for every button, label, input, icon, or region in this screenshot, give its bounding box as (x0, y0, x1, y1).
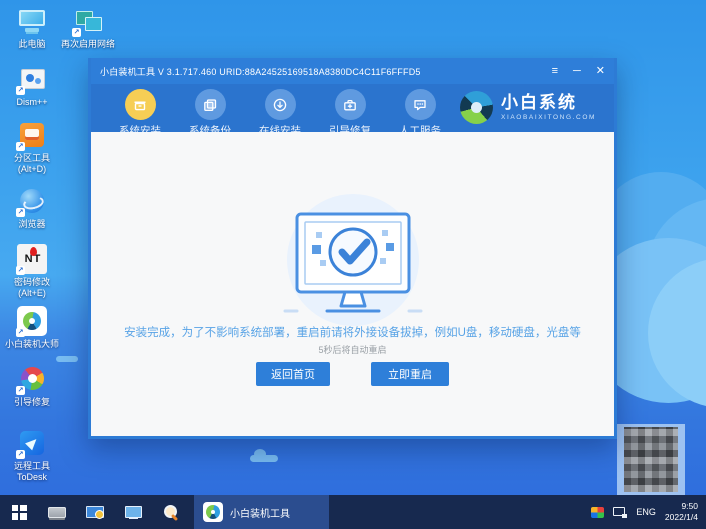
start-button[interactable] (0, 495, 38, 529)
system-backup-icon (194, 89, 226, 120)
this-pc-icon (17, 6, 47, 36)
shortcut-arrow-icon: ↗ (16, 266, 25, 275)
restart-countdown: 5秒后将自动重启 (318, 345, 387, 355)
xiaobai-master-icon: ↗ (16, 306, 47, 337)
monitor-check-icon (283, 212, 422, 313)
shortcut-arrow-icon: ↗ (16, 450, 25, 459)
nav-bar: 系统安装 系统备份 在线安装 引导修复 人工服务 小白系统 XIAOBAIXIT… (91, 84, 614, 137)
boot-repair-icon: ↗ (16, 364, 47, 395)
taskbar-network-tool[interactable] (114, 495, 152, 529)
brand-site: XIAOBAIXITONG.COM (501, 114, 596, 122)
system-install-icon (124, 89, 156, 120)
browser-icon: ↗ (16, 186, 47, 217)
clock-date: 2022/1/4 (664, 512, 698, 522)
monitor-icon (124, 505, 142, 519)
small-cloud (56, 356, 78, 362)
brand-logo-icon (460, 91, 494, 124)
brand-area: 小白系统 XIAOBAIXITONG.COM (460, 91, 596, 124)
online-install-icon (264, 89, 296, 120)
minimize-button[interactable]: ─ (573, 65, 581, 77)
display-color-icon[interactable] (591, 506, 605, 518)
icon-label: 此电脑 (18, 39, 46, 49)
tab-boot-repair[interactable]: 引导修复 (317, 84, 383, 138)
completion-message: 安装完成，为了不影响系统部署，重启前请将外接设备拔掉，例如U盘，移动硬盘，光盘等 (124, 327, 581, 339)
shortcut-arrow-icon: ↗ (16, 208, 25, 217)
menu-icon[interactable]: ≡ (552, 65, 558, 77)
desktop-icon-dism[interactable]: ↗ Dism++ (2, 64, 62, 108)
window-content: 安装完成，为了不影响系统部署，重启前请将外接设备拔掉，例如U盘，移动硬盘，光盘等… (91, 132, 614, 436)
shortcut-arrow-icon: ↗ (16, 142, 25, 151)
icon-label: 引导修复 (13, 397, 50, 407)
boot-repair-tab-icon (334, 89, 366, 120)
success-illustration (253, 194, 453, 344)
tab-system-backup[interactable]: 系统备份 (177, 84, 243, 138)
desktop-icon-boot-repair[interactable]: ↗ 引导修复 (2, 364, 62, 408)
icon-label: 分区工具 (Alt+D) (13, 153, 50, 175)
taskbar-memory-tool[interactable] (38, 495, 76, 529)
language-indicator[interactable]: ENG (636, 507, 656, 517)
taskbar-pc-settings-tool[interactable] (76, 495, 114, 529)
network-status-icon[interactable] (613, 506, 628, 518)
nt-password-icon: ↗ (16, 244, 47, 275)
window-titlebar[interactable]: 小白装机工具 V 3.1.717.460 URID:88A24525169518… (91, 58, 614, 84)
window-title: 小白装机工具 V 3.1.717.460 URID:88A24525169518… (100, 66, 421, 77)
desktop-icon-partition-tool[interactable]: ↗ 分区工具 (Alt+D) (2, 120, 62, 176)
desktop: 此电脑 ↗ 再次启用网络 ↗ Dism++ ↗ 分区工具 (Alt+D) ↗ 浏… (0, 0, 706, 529)
qr-mosaic (617, 424, 685, 495)
human-service-icon (404, 89, 436, 120)
brand-name: 小白系统 (501, 92, 578, 112)
icon-label: Dism++ (16, 97, 48, 107)
taskbar-app-xiaobai[interactable]: 小白装机工具 (194, 495, 329, 529)
windows-logo-icon (11, 504, 27, 520)
desktop-icon-todesk[interactable]: ↗ 远程工具 ToDesk (2, 428, 62, 484)
system-tray: ENG 9:50 2022/1/4 (591, 495, 706, 529)
icon-label: 再次启用网络 (60, 39, 115, 49)
close-button[interactable]: ✕ (596, 65, 605, 77)
desktop-icon-enable-network[interactable]: ↗ 再次启用网络 (56, 6, 120, 50)
icon-label: 密码修改 (Alt+E) (13, 277, 50, 299)
xiaobai-app-icon (203, 502, 223, 522)
desktop-icon-password-reset[interactable]: ↗ 密码修改 (Alt+E) (2, 244, 62, 300)
restart-now-button[interactable]: 立即重启 (371, 362, 449, 386)
tab-human-service[interactable]: 人工服务 (387, 84, 453, 138)
icon-label: 远程工具 ToDesk (13, 461, 50, 483)
partition-tool-icon: ↗ (16, 120, 47, 151)
icon-label: 浏览器 (18, 219, 46, 229)
installer-window: 小白装机工具 V 3.1.717.460 URID:88A24525169518… (88, 58, 617, 439)
dism-icon: ↗ (16, 64, 47, 95)
network-icon: ↗ (72, 6, 103, 37)
taskbar: 小白装机工具 ENG 9:50 2022/1/4 (0, 495, 706, 529)
desktop-icon-browser[interactable]: ↗ 浏览器 (2, 186, 62, 230)
clock-time: 9:50 (681, 501, 698, 511)
tab-system-install[interactable]: 系统安装 (107, 84, 173, 138)
tab-online-install[interactable]: 在线安装 (247, 84, 313, 138)
taskbar-app-label: 小白装机工具 (230, 508, 290, 520)
taskbar-search-tool[interactable] (152, 495, 190, 529)
pc-settings-icon (86, 505, 104, 519)
shortcut-arrow-icon: ↗ (16, 86, 25, 95)
todesk-icon: ↗ (16, 428, 47, 459)
shortcut-arrow-icon: ↗ (16, 328, 25, 337)
chip-icon (48, 506, 66, 518)
small-cloud (250, 449, 278, 462)
search-icon (163, 504, 179, 520)
taskbar-clock[interactable]: 9:50 2022/1/4 (665, 501, 698, 523)
desktop-icon-xiaobai-master[interactable]: ↗ 小白装机大师 (2, 306, 62, 350)
shortcut-arrow-icon: ↗ (72, 28, 81, 37)
desktop-icon-this-pc[interactable]: 此电脑 (2, 6, 62, 50)
shortcut-arrow-icon: ↗ (16, 386, 25, 395)
return-home-button[interactable]: 返回首页 (256, 362, 330, 386)
icon-label: 小白装机大师 (4, 339, 59, 349)
